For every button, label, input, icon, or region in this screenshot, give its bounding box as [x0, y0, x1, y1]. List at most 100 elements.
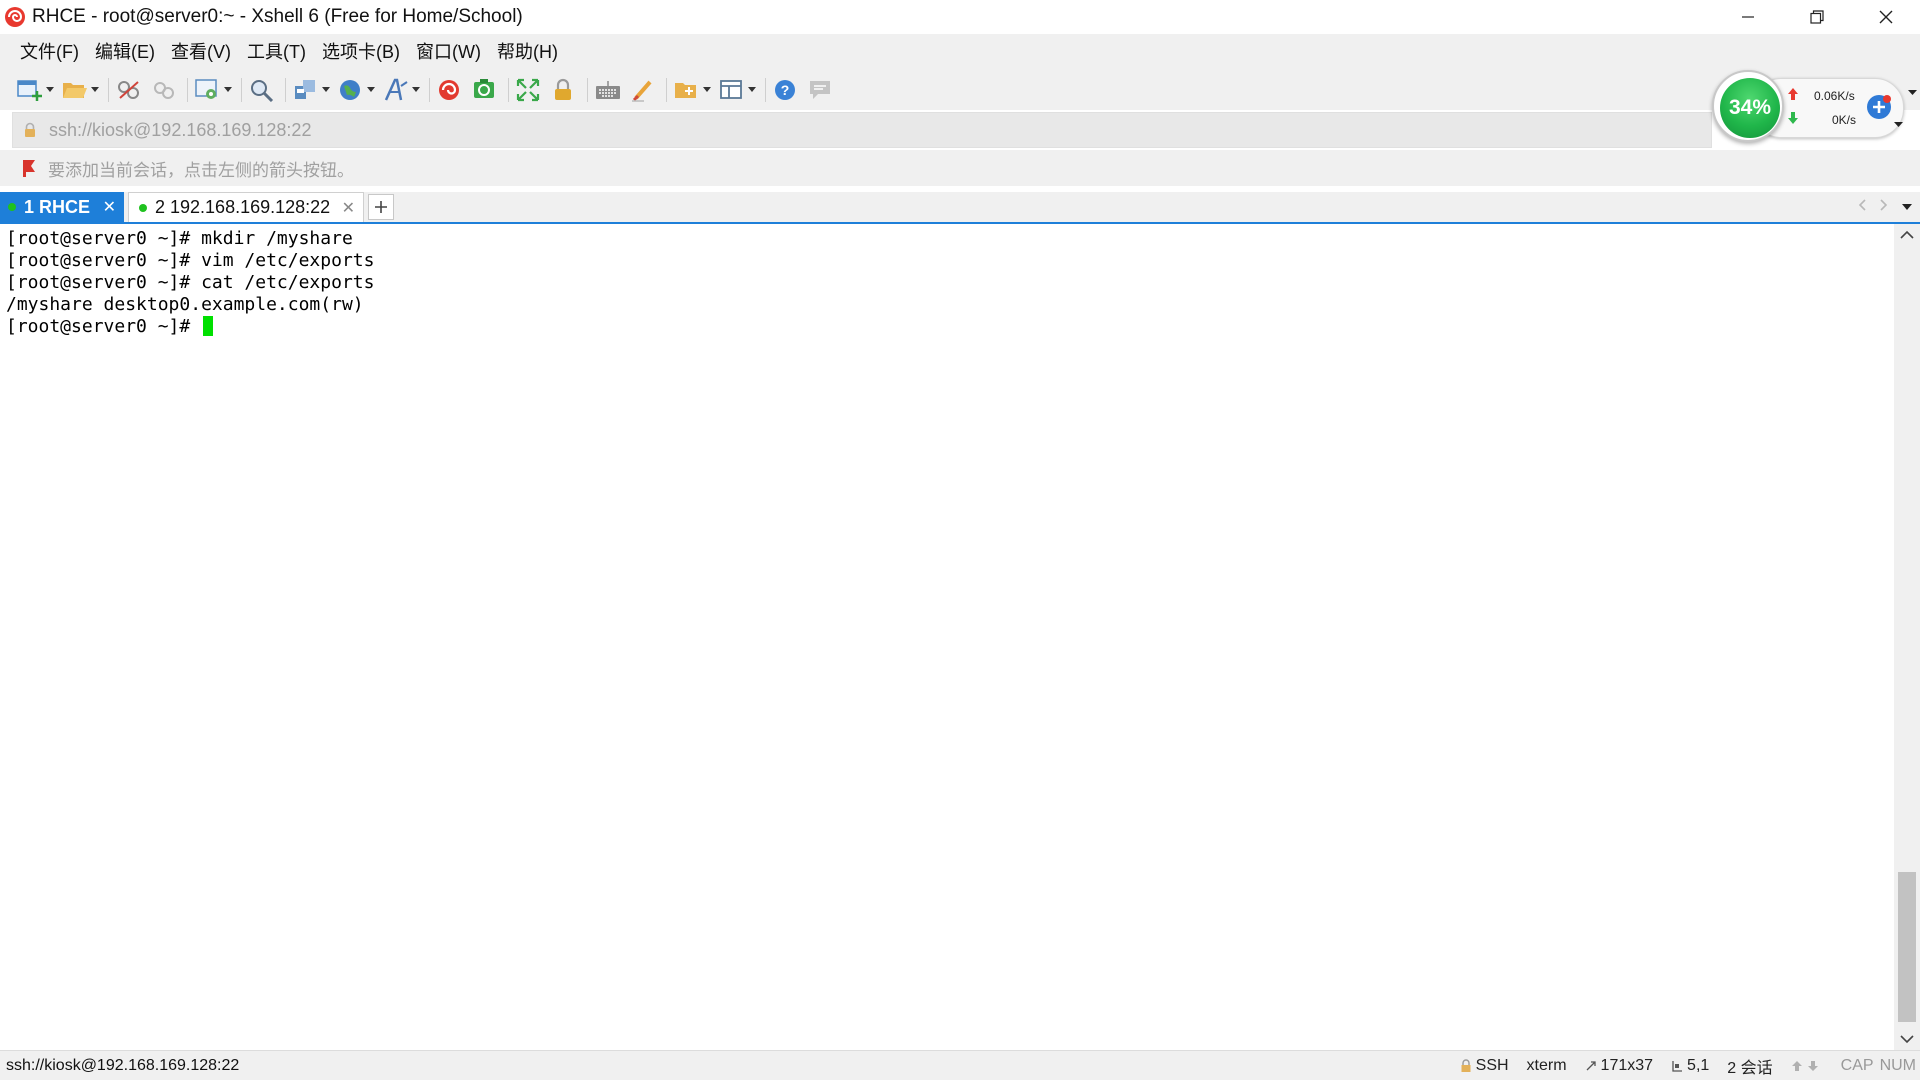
status-connection: ssh://kiosk@192.168.169.128:22 — [6, 1056, 240, 1074]
status-bar: ssh://kiosk@192.168.169.128:22 SSH xterm… — [0, 1050, 1920, 1080]
tab-label: 2 192.168.169.128:22 — [155, 197, 331, 217]
new-session-button[interactable] — [16, 76, 44, 104]
terminal-line: [root@server0 ~]# cat /etc/exports — [6, 272, 375, 293]
font-dropdown[interactable] — [411, 76, 421, 104]
terminal-scrollbar[interactable] — [1894, 224, 1920, 1050]
new-session-dropdown[interactable] — [45, 76, 55, 104]
restore-icon — [1809, 10, 1824, 24]
xftp-icon — [439, 80, 459, 100]
tab-navigation — [1844, 192, 1912, 222]
bookmark-arrow-icon[interactable] — [20, 158, 40, 178]
terminal-prompt: [root@server0 ~]# — [6, 316, 202, 337]
menu-edit[interactable]: 编辑(E) — [87, 34, 163, 70]
status-cursor-item: 5,1 — [1671, 1057, 1709, 1075]
menu-tools[interactable]: 工具(T) — [239, 34, 314, 70]
terminal-prompt-line: [root@server0 ~]# — [6, 316, 1894, 338]
find-icon — [251, 80, 274, 102]
scroll-down-icon[interactable] — [1900, 1034, 1914, 1044]
xftp-button[interactable] — [436, 76, 464, 104]
caret-down-icon — [224, 87, 232, 92]
add-widget-icon[interactable] — [1866, 94, 1892, 120]
tab-prev-button[interactable] — [1858, 198, 1866, 216]
caret-down-icon[interactable] — [1908, 90, 1917, 96]
keyboard-icon — [596, 81, 620, 99]
transfer-icon — [295, 80, 315, 99]
new-folder-icon — [675, 83, 696, 98]
close-tab-icon[interactable]: ✕ — [342, 198, 355, 218]
caret-down-icon — [91, 87, 99, 92]
upload-rate: 0.06K/s — [1814, 89, 1855, 103]
minimize-button[interactable] — [1713, 0, 1782, 34]
terminal-line: /myshare desktop0.example.com(rw) — [6, 294, 364, 315]
close-tab-icon[interactable]: ✕ — [103, 197, 116, 217]
caret-down-icon — [703, 87, 711, 92]
menu-help[interactable]: 帮助(H) — [489, 34, 566, 70]
layout-dropdown[interactable] — [747, 76, 757, 104]
tab-192-168-169-128[interactable]: 2 192.168.169.128:22 ✕ — [128, 192, 364, 222]
font-button[interactable] — [382, 76, 410, 104]
reconnect-icon — [118, 81, 139, 99]
terminal-output[interactable]: [root@server0 ~]# mkdir /myshare [root@se… — [0, 224, 1894, 1050]
lock-icon — [1461, 1059, 1471, 1072]
highlight-icon — [632, 80, 652, 102]
menu-view[interactable]: 查看(V) — [163, 34, 239, 70]
properties-dropdown[interactable] — [223, 76, 233, 104]
new-folder-dropdown[interactable] — [702, 76, 712, 104]
properties-button[interactable] — [194, 76, 222, 104]
status-indicators: SSH xterm 171x37 5,1 2 会话 CAP NUM — [1460, 1051, 1920, 1080]
keyboard-button[interactable] — [594, 76, 622, 104]
find-button[interactable] — [248, 76, 276, 104]
menu-file[interactable]: 文件(F) — [12, 34, 87, 70]
window-title: RHCE - root@server0:~ - Xshell 6 (Free f… — [32, 6, 523, 27]
address-bar[interactable]: ssh://kiosk@192.168.169.128:22 — [12, 112, 1712, 148]
globe-dropdown[interactable] — [366, 76, 376, 104]
caret-down-icon — [1902, 204, 1912, 210]
globe-button[interactable] — [337, 76, 365, 104]
globe-icon — [340, 80, 360, 100]
scrollbar-thumb[interactable] — [1898, 872, 1916, 1022]
chat-button[interactable] — [807, 76, 835, 104]
highlight-button[interactable] — [629, 76, 657, 104]
terminal-cursor — [203, 316, 214, 336]
menu-window[interactable]: 窗口(W) — [408, 34, 489, 70]
caret-down-icon — [412, 87, 420, 92]
xmanager-button[interactable] — [471, 76, 499, 104]
download-rate: 0K/s — [1832, 113, 1857, 127]
reconnect-button[interactable] — [115, 76, 143, 104]
xshell-window: RHCE - root@server0:~ - Xshell 6 (Free f… — [0, 0, 1920, 1080]
toolbar-separator — [508, 78, 509, 102]
fullscreen-button[interactable] — [515, 76, 543, 104]
new-tab-button[interactable] — [368, 194, 394, 220]
address-value: ssh://kiosk@192.168.169.128:22 — [49, 119, 312, 140]
scroll-up-icon[interactable] — [1900, 230, 1914, 240]
chat-icon — [810, 81, 830, 99]
lock-icon — [25, 122, 35, 137]
new-folder-button[interactable] — [673, 76, 701, 104]
tab-next-button[interactable] — [1880, 198, 1888, 216]
performance-monitor[interactable]: 0.06K/s 0K/s 34% — [1712, 70, 1920, 144]
toolbar-separator — [241, 78, 242, 102]
properties-icon — [195, 79, 217, 99]
transfer-button[interactable] — [292, 76, 320, 104]
status-caps-lock: CAP — [1840, 1057, 1874, 1074]
terminal-line: [root@server0 ~]# vim /etc/exports — [6, 250, 375, 271]
toolbar-separator — [187, 78, 188, 102]
layout-button[interactable] — [718, 76, 746, 104]
help-button[interactable]: ? — [772, 76, 800, 104]
tab-rhce[interactable]: 1 RHCE ✕ — [0, 192, 124, 222]
download-arrow-icon — [1788, 112, 1798, 124]
tab-list-button[interactable] — [1902, 198, 1912, 216]
restore-button[interactable] — [1782, 0, 1851, 34]
new-session-icon — [17, 80, 42, 101]
lock-button[interactable] — [550, 76, 578, 104]
caret-down-icon[interactable] — [1894, 122, 1903, 128]
close-window-button[interactable] — [1851, 0, 1920, 34]
disconnect-button[interactable] — [150, 76, 178, 104]
open-button[interactable] — [61, 76, 89, 104]
toolbar-separator — [108, 78, 109, 102]
menu-tabs[interactable]: 选项卡(B) — [314, 34, 408, 70]
layout-icon — [720, 80, 742, 99]
resize-icon — [1586, 1061, 1596, 1071]
transfer-dropdown[interactable] — [321, 76, 331, 104]
open-dropdown[interactable] — [90, 76, 100, 104]
